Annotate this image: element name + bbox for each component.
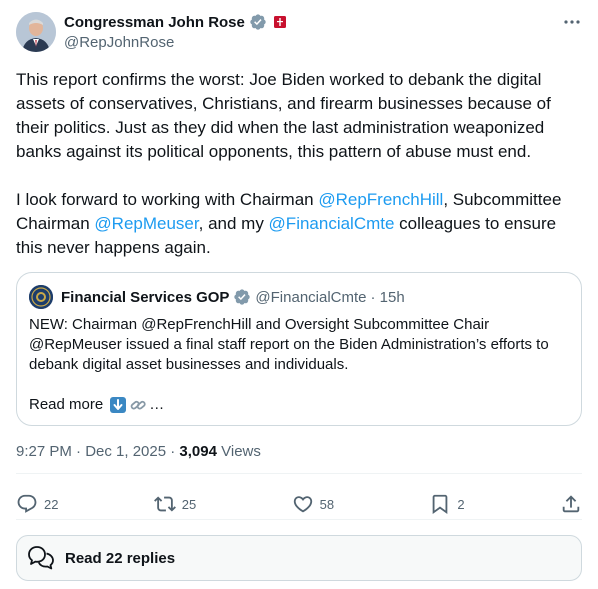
quoted-tweet-header: Financial Services GOP @FinancialCmte · … <box>29 285 405 309</box>
mention-link-repfrenchhill[interactable]: @RepFrenchHill <box>318 190 443 209</box>
repost-icon <box>153 496 176 512</box>
bookmark-button[interactable]: 2 <box>429 493 465 515</box>
views-label: Views <box>216 443 261 460</box>
tweet-text-segment: I look forward to working with Chairman <box>16 190 319 209</box>
tweet-timestamp[interactable]: 9:27 PM · Dec 1, 2025 · <box>16 443 179 460</box>
read-more-label: Read more <box>29 396 104 413</box>
reply-button[interactable]: 22 <box>16 493 58 515</box>
tweet-header: Congressman John Rose @RepJohnRose <box>16 12 582 56</box>
read-replies-button[interactable]: Read 22 replies <box>16 535 582 581</box>
repost-button[interactable]: 25 <box>153 493 197 515</box>
bookmark-icon <box>433 494 448 515</box>
read-more-ellipsis: … <box>149 396 165 413</box>
like-count: 58 <box>319 496 335 512</box>
mention-link-financialcmte[interactable]: @FinancialCmte <box>269 214 395 233</box>
government-flag-icon <box>273 15 287 29</box>
more-options-icon[interactable] <box>562 12 582 32</box>
bookmark-count: 2 <box>457 496 465 512</box>
divider-bottom <box>16 519 582 520</box>
repost-count: 25 <box>181 496 197 512</box>
like-button[interactable]: 58 <box>292 493 334 515</box>
author-display-name[interactable]: Congressman John Rose <box>64 14 245 31</box>
tweet-paragraph-2: I look forward to working with Chairman … <box>16 188 582 260</box>
quoted-tweet-time[interactable]: · 15h <box>371 289 405 306</box>
author-handle[interactable]: @RepJohnRose <box>64 34 287 51</box>
heart-icon <box>293 496 312 513</box>
quoted-author-name[interactable]: Financial Services GOP <box>61 289 229 306</box>
verified-badge-icon[interactable] <box>249 13 267 31</box>
author-name-block: Congressman John Rose @RepJohnRose <box>64 12 287 51</box>
author-avatar[interactable] <box>16 12 56 52</box>
views-count: 3,094 <box>179 443 217 460</box>
quoted-verified-badge-icon <box>233 288 251 306</box>
share-button[interactable] <box>560 493 582 515</box>
quoted-author-handle: @FinancialCmte <box>255 288 367 306</box>
quoted-author-avatar[interactable] <box>29 285 53 309</box>
down-arrow-emoji-icon <box>109 396 127 414</box>
divider-top <box>16 473 582 474</box>
read-replies-label: Read 22 replies <box>65 549 176 567</box>
mention-link-repmeuser[interactable]: @RepMeuser <box>94 214 198 233</box>
tweet-meta: 9:27 PM · Dec 1, 2025 · 3,094 Views <box>16 443 261 460</box>
reply-icon <box>17 494 37 513</box>
speech-bubbles-icon <box>28 546 54 570</box>
quoted-tweet-card[interactable]: Financial Services GOP @FinancialCmte · … <box>16 272 582 426</box>
tweet-body: This report confirms the worst: Joe Bide… <box>16 68 582 260</box>
tweet-text-segment: , and my <box>198 214 269 233</box>
quoted-read-more[interactable]: Read more … <box>29 395 164 415</box>
tweet-actions-bar: 22 25 58 2 <box>16 488 582 520</box>
share-icon <box>562 495 580 513</box>
tweet-paragraph-1: This report confirms the worst: Joe Bide… <box>16 70 551 161</box>
quoted-tweet-text: NEW: Chairman @RepFrenchHill and Oversig… <box>29 316 549 373</box>
reply-count: 22 <box>44 496 59 512</box>
link-emoji-icon <box>129 396 147 414</box>
